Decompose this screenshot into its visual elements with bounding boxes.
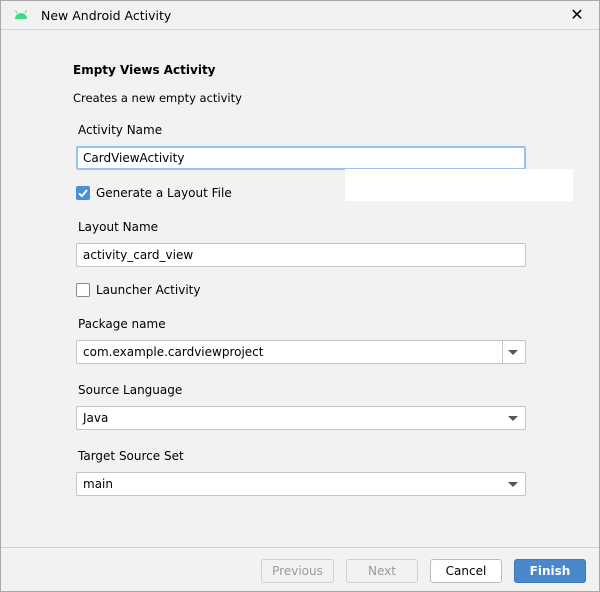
previous-button[interactable]: Previous [261, 559, 334, 583]
launcher-activity-label: Launcher Activity [96, 283, 201, 297]
check-icon [78, 189, 88, 198]
layout-name-label: Layout Name [78, 220, 159, 234]
footer-divider [1, 547, 599, 548]
blank-panel [345, 169, 573, 201]
generate-layout-checkbox[interactable] [76, 186, 90, 200]
target-source-set-label: Target Source Set [78, 449, 184, 463]
generate-layout-label: Generate a Layout File [96, 186, 232, 200]
chevron-down-icon[interactable] [508, 350, 518, 355]
package-name-value: com.example.cardviewproject [83, 345, 264, 359]
page-description: Creates a new empty activity [73, 91, 242, 105]
target-source-set-value: main [83, 477, 113, 491]
chevron-down-icon [508, 482, 518, 487]
title-bar: New Android Activity ✕ [1, 1, 599, 30]
page-heading: Empty Views Activity [73, 63, 216, 77]
source-language-select[interactable]: Java [76, 406, 526, 430]
activity-name-label: Activity Name [78, 123, 163, 137]
source-language-value: Java [83, 411, 109, 425]
layout-name-input[interactable]: activity_card_view [76, 243, 526, 267]
package-name-label: Package name [78, 317, 166, 331]
combo-separator [502, 341, 503, 363]
finish-button[interactable]: Finish [514, 559, 586, 583]
window-title: New Android Activity [41, 8, 172, 23]
cancel-button[interactable]: Cancel [430, 559, 502, 583]
android-icon [15, 10, 27, 19]
package-name-combobox[interactable]: com.example.cardviewproject [76, 340, 526, 364]
target-source-set-select[interactable]: main [76, 472, 526, 496]
next-button[interactable]: Next [346, 559, 418, 583]
close-icon[interactable]: ✕ [567, 5, 587, 25]
activity-name-input[interactable]: CardViewActivity [76, 146, 526, 170]
launcher-activity-checkbox[interactable] [76, 283, 90, 297]
chevron-down-icon [508, 416, 518, 421]
source-language-label: Source Language [78, 383, 183, 397]
